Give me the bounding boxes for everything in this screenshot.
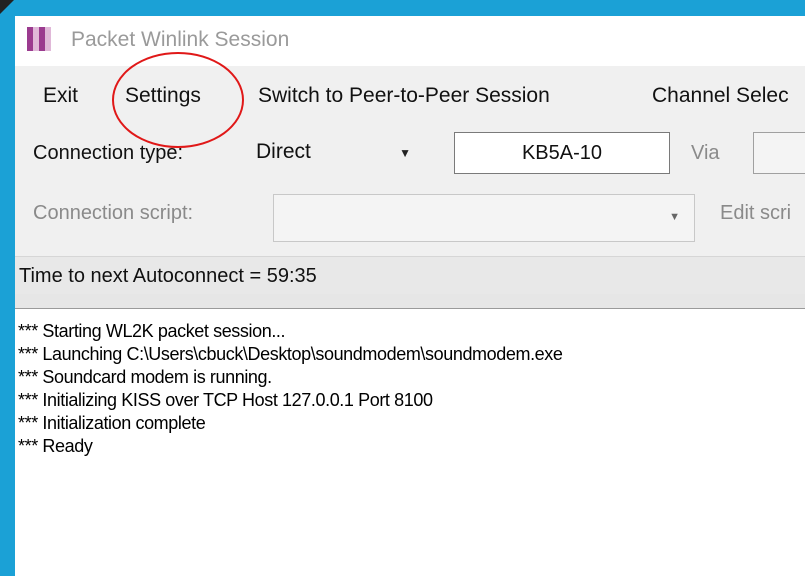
app-icon — [27, 27, 51, 51]
edit-script-button[interactable]: Edit scri — [720, 202, 791, 225]
chevron-down-icon: ▼ — [669, 211, 680, 223]
log-line: *** Initialization complete — [18, 413, 206, 433]
via-input[interactable] — [753, 132, 805, 174]
connection-type-value: Direct — [256, 140, 311, 163]
packet-winlink-window: Packet Winlink Session Exit Settings Swi… — [15, 16, 805, 576]
session-log[interactable]: *** Starting WL2K packet session... *** … — [15, 309, 805, 576]
menu-bar: Exit Settings Switch to Peer-to-Peer Ses… — [15, 84, 805, 120]
connection-type-dropdown[interactable]: Direct ▼ — [247, 136, 423, 174]
status-bar: Time to next Autoconnect = 59:35 — [15, 256, 805, 296]
menu-channel-select[interactable]: Channel Selec — [652, 84, 789, 108]
title-bar: Packet Winlink Session — [15, 16, 805, 66]
splitter-bar[interactable] — [15, 294, 805, 309]
connection-script-dropdown[interactable]: ▼ — [273, 194, 695, 242]
log-line: *** Soundcard modem is running. — [18, 367, 272, 387]
log-line: *** Initializing KISS over TCP Host 127.… — [18, 390, 433, 410]
via-label: Via — [691, 142, 720, 164]
menu-settings[interactable]: Settings — [125, 84, 201, 108]
log-line: *** Starting WL2K packet session... — [18, 321, 286, 341]
connection-script-label: Connection script: — [33, 202, 194, 224]
autoconnect-timer: Time to next Autoconnect = 59:35 — [19, 265, 317, 287]
window-title: Packet Winlink Session — [71, 28, 290, 51]
menu-switch-peer-to-peer[interactable]: Switch to Peer-to-Peer Session — [258, 84, 550, 108]
log-line: *** Launching C:\Users\cbuck\Desktop\sou… — [18, 344, 563, 364]
desktop-corner — [0, 0, 14, 14]
chevron-down-icon: ▼ — [399, 146, 411, 160]
connection-type-label: Connection type: — [33, 142, 184, 164]
callsign-input[interactable]: KB5A-10 — [454, 132, 670, 174]
menu-exit[interactable]: Exit — [43, 84, 78, 108]
log-line: *** Ready — [18, 436, 93, 456]
